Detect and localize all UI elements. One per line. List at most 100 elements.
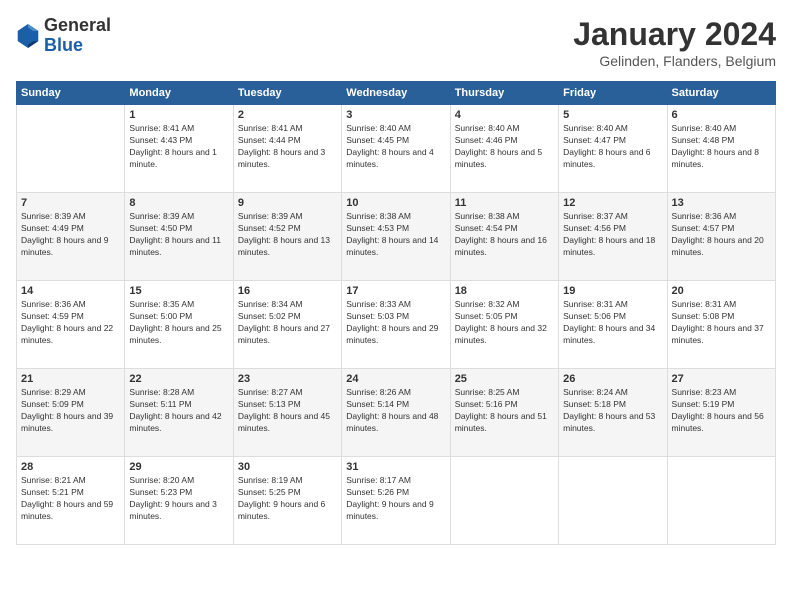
sunset-text: Sunset: 5:09 PM: [21, 399, 84, 409]
sunset-text: Sunset: 5:11 PM: [129, 399, 191, 409]
daylight-text: Daylight: 8 hours and 25 minutes.: [129, 323, 221, 345]
sunrise-text: Sunrise: 8:29 AM: [21, 387, 86, 397]
daylight-text: Daylight: 8 hours and 42 minutes.: [129, 411, 221, 433]
logo-general-text: General: [44, 16, 111, 36]
day-info: Sunrise: 8:21 AM Sunset: 5:21 PM Dayligh…: [21, 475, 120, 523]
logo: General Blue: [16, 16, 111, 56]
calendar-cell: 13 Sunrise: 8:36 AM Sunset: 4:57 PM Dayl…: [667, 193, 775, 281]
day-info: Sunrise: 8:40 AM Sunset: 4:45 PM Dayligh…: [346, 123, 445, 171]
sunrise-text: Sunrise: 8:36 AM: [672, 211, 737, 221]
calendar-cell: 1 Sunrise: 8:41 AM Sunset: 4:43 PM Dayli…: [125, 105, 233, 193]
header: General Blue January 2024 Gelinden, Flan…: [16, 16, 776, 69]
calendar-cell: 29 Sunrise: 8:20 AM Sunset: 5:23 PM Dayl…: [125, 457, 233, 545]
calendar-cell: 11 Sunrise: 8:38 AM Sunset: 4:54 PM Dayl…: [450, 193, 558, 281]
sunset-text: Sunset: 5:23 PM: [129, 487, 192, 497]
sunset-text: Sunset: 5:08 PM: [672, 311, 735, 321]
day-info: Sunrise: 8:19 AM Sunset: 5:25 PM Dayligh…: [238, 475, 337, 523]
sunrise-text: Sunrise: 8:34 AM: [238, 299, 303, 309]
calendar-cell: 17 Sunrise: 8:33 AM Sunset: 5:03 PM Dayl…: [342, 281, 450, 369]
sunrise-text: Sunrise: 8:35 AM: [129, 299, 194, 309]
sunset-text: Sunset: 4:44 PM: [238, 135, 301, 145]
logo-icon: [16, 22, 40, 50]
day-number: 7: [21, 197, 120, 209]
day-info: Sunrise: 8:31 AM Sunset: 5:08 PM Dayligh…: [672, 299, 771, 347]
day-number: 31: [346, 461, 445, 473]
day-info: Sunrise: 8:38 AM Sunset: 4:53 PM Dayligh…: [346, 211, 445, 259]
logo-text: General Blue: [44, 16, 111, 56]
sunrise-text: Sunrise: 8:39 AM: [21, 211, 86, 221]
day-info: Sunrise: 8:39 AM Sunset: 4:50 PM Dayligh…: [129, 211, 228, 259]
sunrise-text: Sunrise: 8:41 AM: [129, 123, 194, 133]
calendar-cell: 16 Sunrise: 8:34 AM Sunset: 5:02 PM Dayl…: [233, 281, 341, 369]
calendar-cell: 15 Sunrise: 8:35 AM Sunset: 5:00 PM Dayl…: [125, 281, 233, 369]
day-info: Sunrise: 8:26 AM Sunset: 5:14 PM Dayligh…: [346, 387, 445, 435]
column-headers: Sunday Monday Tuesday Wednesday Thursday…: [17, 82, 776, 105]
sunrise-text: Sunrise: 8:38 AM: [346, 211, 411, 221]
daylight-text: Daylight: 8 hours and 51 minutes.: [455, 411, 547, 433]
col-friday: Friday: [559, 82, 667, 105]
day-info: Sunrise: 8:29 AM Sunset: 5:09 PM Dayligh…: [21, 387, 120, 435]
day-number: 25: [455, 373, 554, 385]
calendar-cell: 19 Sunrise: 8:31 AM Sunset: 5:06 PM Dayl…: [559, 281, 667, 369]
daylight-text: Daylight: 8 hours and 4 minutes.: [346, 147, 433, 169]
sunrise-text: Sunrise: 8:40 AM: [672, 123, 737, 133]
daylight-text: Daylight: 8 hours and 1 minute.: [129, 147, 216, 169]
sunrise-text: Sunrise: 8:27 AM: [238, 387, 303, 397]
col-sunday: Sunday: [17, 82, 125, 105]
day-number: 10: [346, 197, 445, 209]
calendar-cell: 21 Sunrise: 8:29 AM Sunset: 5:09 PM Dayl…: [17, 369, 125, 457]
sunrise-text: Sunrise: 8:40 AM: [455, 123, 520, 133]
daylight-text: Daylight: 8 hours and 39 minutes.: [21, 411, 113, 433]
sunrise-text: Sunrise: 8:20 AM: [129, 475, 194, 485]
sunset-text: Sunset: 4:50 PM: [129, 223, 192, 233]
sunrise-text: Sunrise: 8:26 AM: [346, 387, 411, 397]
daylight-text: Daylight: 8 hours and 9 minutes.: [21, 235, 108, 257]
day-number: 29: [129, 461, 228, 473]
title-block: January 2024 Gelinden, Flanders, Belgium: [573, 16, 776, 69]
calendar-cell: 8 Sunrise: 8:39 AM Sunset: 4:50 PM Dayli…: [125, 193, 233, 281]
day-number: 16: [238, 285, 337, 297]
sunrise-text: Sunrise: 8:32 AM: [455, 299, 520, 309]
day-info: Sunrise: 8:40 AM Sunset: 4:48 PM Dayligh…: [672, 123, 771, 171]
month-title: January 2024: [573, 16, 776, 53]
calendar-cell: 20 Sunrise: 8:31 AM Sunset: 5:08 PM Dayl…: [667, 281, 775, 369]
sunrise-text: Sunrise: 8:33 AM: [346, 299, 411, 309]
day-info: Sunrise: 8:25 AM Sunset: 5:16 PM Dayligh…: [455, 387, 554, 435]
daylight-text: Daylight: 8 hours and 8 minutes.: [672, 147, 759, 169]
sunrise-text: Sunrise: 8:36 AM: [21, 299, 86, 309]
sunrise-text: Sunrise: 8:38 AM: [455, 211, 520, 221]
sunrise-text: Sunrise: 8:39 AM: [129, 211, 194, 221]
day-info: Sunrise: 8:40 AM Sunset: 4:46 PM Dayligh…: [455, 123, 554, 171]
day-info: Sunrise: 8:41 AM Sunset: 4:43 PM Dayligh…: [129, 123, 228, 171]
calendar-cell: 2 Sunrise: 8:41 AM Sunset: 4:44 PM Dayli…: [233, 105, 341, 193]
day-info: Sunrise: 8:28 AM Sunset: 5:11 PM Dayligh…: [129, 387, 228, 435]
daylight-text: Daylight: 9 hours and 6 minutes.: [238, 499, 325, 521]
day-info: Sunrise: 8:39 AM Sunset: 4:49 PM Dayligh…: [21, 211, 120, 259]
sunset-text: Sunset: 4:54 PM: [455, 223, 518, 233]
day-number: 27: [672, 373, 771, 385]
page: General Blue January 2024 Gelinden, Flan…: [0, 0, 792, 612]
week-row-3: 14 Sunrise: 8:36 AM Sunset: 4:59 PM Dayl…: [17, 281, 776, 369]
calendar-cell: 7 Sunrise: 8:39 AM Sunset: 4:49 PM Dayli…: [17, 193, 125, 281]
sunrise-text: Sunrise: 8:40 AM: [563, 123, 628, 133]
sunset-text: Sunset: 5:13 PM: [238, 399, 301, 409]
sunrise-text: Sunrise: 8:31 AM: [672, 299, 737, 309]
day-number: 24: [346, 373, 445, 385]
daylight-text: Daylight: 9 hours and 9 minutes.: [346, 499, 433, 521]
sunset-text: Sunset: 4:47 PM: [563, 135, 626, 145]
daylight-text: Daylight: 8 hours and 3 minutes.: [238, 147, 325, 169]
calendar-cell: [450, 457, 558, 545]
calendar-cell: 25 Sunrise: 8:25 AM Sunset: 5:16 PM Dayl…: [450, 369, 558, 457]
day-number: 23: [238, 373, 337, 385]
daylight-text: Daylight: 8 hours and 18 minutes.: [563, 235, 655, 257]
day-info: Sunrise: 8:27 AM Sunset: 5:13 PM Dayligh…: [238, 387, 337, 435]
sunset-text: Sunset: 5:06 PM: [563, 311, 626, 321]
sunset-text: Sunset: 5:18 PM: [563, 399, 626, 409]
day-number: 14: [21, 285, 120, 297]
calendar-cell: 12 Sunrise: 8:37 AM Sunset: 4:56 PM Dayl…: [559, 193, 667, 281]
day-number: 8: [129, 197, 228, 209]
calendar-cell: 22 Sunrise: 8:28 AM Sunset: 5:11 PM Dayl…: [125, 369, 233, 457]
day-number: 17: [346, 285, 445, 297]
day-number: 12: [563, 197, 662, 209]
sunset-text: Sunset: 5:19 PM: [672, 399, 735, 409]
